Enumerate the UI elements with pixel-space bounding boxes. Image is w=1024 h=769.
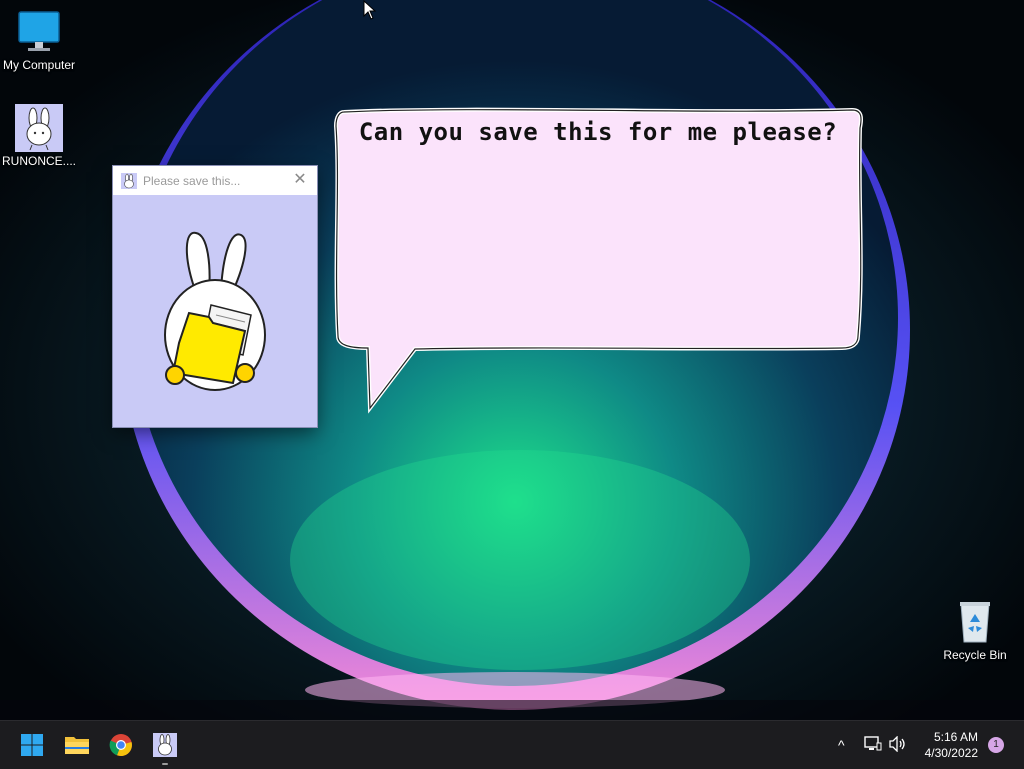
bunny-app-icon — [15, 104, 63, 152]
monitor-icon — [18, 11, 60, 51]
network-icon[interactable] — [864, 736, 882, 752]
bunny-app-icon — [121, 172, 137, 189]
mouse-cursor-icon — [363, 0, 377, 20]
desktop-icon-label: Recycle Bin — [943, 648, 1007, 662]
chevron-up-icon[interactable]: ^ — [838, 737, 845, 753]
speech-bubble-text: Can you save this for me please? — [358, 118, 838, 146]
desktop-icon-my-computer[interactable]: My Computer — [1, 8, 77, 72]
desktop-icon-label: RUNONCE.... — [1, 154, 76, 168]
chrome-button[interactable] — [105, 729, 137, 761]
clock[interactable]: 5:16 AM 4/30/2022 — [925, 729, 978, 761]
running-indicator — [162, 763, 168, 765]
recycle-bin-icon — [960, 602, 990, 643]
notification-badge[interactable]: 1 — [988, 737, 1004, 753]
close-icon[interactable]: ✕ — [291, 171, 309, 189]
bunny-app-icon — [153, 733, 177, 757]
file-explorer-button[interactable] — [61, 729, 93, 761]
window-title: Please save this... — [143, 173, 241, 188]
clock-date: 4/30/2022 — [924, 746, 978, 760]
chrome-icon — [109, 734, 132, 757]
windows-start-icon — [21, 734, 43, 756]
taskbar: ^ 5:16 AM 4/30/2022 1 — [0, 720, 1024, 769]
speaker-icon[interactable] — [889, 736, 907, 752]
clock-time: 5:16 AM — [933, 730, 978, 744]
bunny-app-taskbar-button[interactable] — [149, 729, 181, 765]
desktop-icon-runonce[interactable]: RUNONCE.... — [1, 104, 77, 168]
start-button[interactable] — [16, 729, 48, 761]
bunny-holding-folder-image — [113, 195, 317, 427]
please-save-window[interactable]: Please save this... ✕ — [113, 166, 317, 427]
speech-bubble — [333, 107, 863, 414]
window-titlebar[interactable]: Please save this... ✕ — [113, 166, 317, 195]
folder-icon — [65, 737, 89, 754]
desktop-icon-recycle-bin[interactable]: Recycle Bin — [937, 598, 1013, 662]
desktop-icon-label: My Computer — [2, 58, 76, 72]
